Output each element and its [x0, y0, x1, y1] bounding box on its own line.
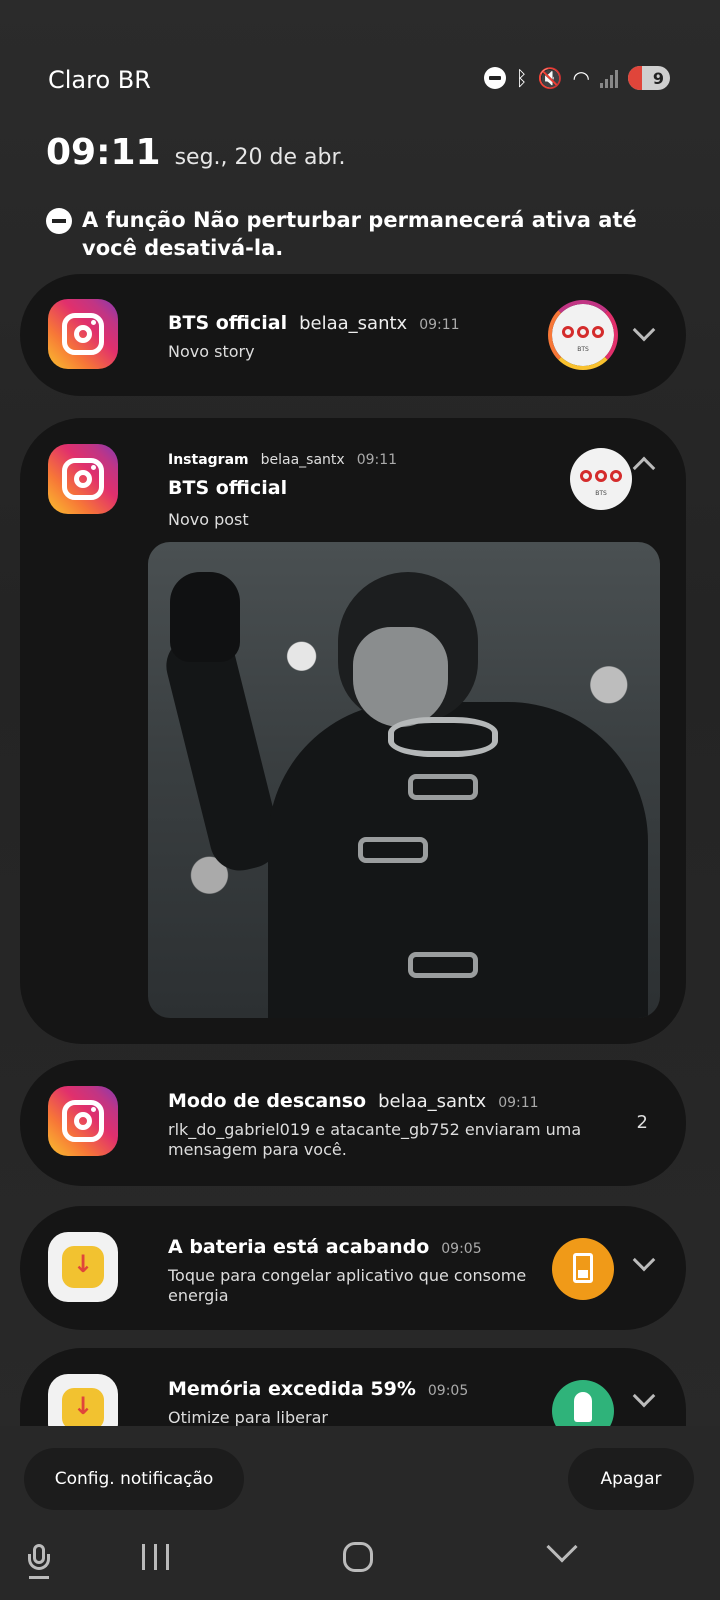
collapse-chevron-icon[interactable]: [632, 456, 656, 480]
image-figure-buckle: [408, 774, 478, 800]
notification-instagram-post[interactable]: Instagram belaa_santx 09:11 BTS official…: [20, 418, 686, 1044]
image-figure-hand: [170, 572, 240, 662]
dnd-minus-icon: [46, 208, 72, 234]
navigation-bar: [0, 1530, 720, 1600]
notification-time: 09:11: [356, 452, 398, 468]
notification-app-name: Instagram: [168, 452, 249, 468]
notification-title: A bateria está acabando: [168, 1236, 430, 1258]
notification-title: Memória excedida 59%: [168, 1378, 416, 1400]
expand-chevron-icon[interactable]: [632, 318, 656, 342]
notification-time: 09:05: [441, 1241, 482, 1257]
bts-logo-label: BTS: [595, 490, 607, 497]
notification-user: belaa_santx: [260, 452, 345, 468]
clear-button[interactable]: Apagar: [568, 1448, 694, 1510]
microphone-icon[interactable]: [26, 1544, 52, 1580]
dnd-notice-text: A função Não perturbar permanecerá ativa…: [82, 208, 637, 260]
notification-body: Novo post: [168, 510, 249, 529]
image-figure-chain: [388, 717, 498, 757]
notification-body: Otimize para liberar: [168, 1408, 328, 1427]
notification-instagram-story[interactable]: BTS official belaa_santx 09:11 Novo stor…: [20, 274, 686, 396]
battery-icon[interactable]: [552, 1238, 614, 1300]
notification-time: 09:11: [498, 1095, 539, 1111]
mute-icon: 🔇: [537, 66, 563, 90]
notification-user: belaa_santx: [299, 313, 408, 334]
status-bar: Claro BR ᛒ 🔇 ◠ 9: [0, 60, 720, 100]
carrier-label: Claro BR: [48, 66, 151, 94]
dnd-notice[interactable]: A função Não perturbar permanecerá ativa…: [46, 206, 666, 262]
notification-count: 2: [636, 1112, 648, 1133]
expand-chevron-icon[interactable]: [632, 1248, 656, 1272]
image-figure-face: [353, 627, 448, 727]
notification-settings-button[interactable]: Config. notificação: [24, 1448, 244, 1510]
notification-instagram-messages[interactable]: Modo de descanso belaa_santx 09:11 rlk_d…: [20, 1060, 686, 1186]
battery-level: 9: [652, 68, 664, 88]
hide-keyboard-chevron-icon[interactable]: [546, 1531, 578, 1563]
bluetooth-icon: ᛒ: [515, 66, 528, 90]
notification-title: BTS official: [168, 477, 288, 499]
signal-icon: [600, 68, 618, 88]
wifi-icon: ◠: [572, 66, 590, 90]
image-figure-buckle: [408, 952, 478, 978]
notification-time: 09:11: [419, 317, 460, 333]
date: seg., 20 de abr.: [174, 145, 346, 170]
instagram-icon: [48, 1086, 118, 1156]
recents-icon[interactable]: [142, 1544, 169, 1570]
notification-body: rlk_do_gabriel019 e atacante_gb752 envia…: [168, 1120, 582, 1159]
clock: 09:11: [46, 132, 161, 173]
notification-body: Toque para congelar aplicativo que conso…: [168, 1266, 527, 1305]
instagram-icon: [48, 444, 118, 514]
battery-icon: 9: [628, 66, 670, 90]
instagram-icon: [48, 299, 118, 369]
expand-chevron-icon[interactable]: [632, 1384, 656, 1408]
status-icons: ᛒ 🔇 ◠ 9: [483, 66, 670, 90]
notification-body: Novo story: [168, 342, 255, 361]
notification-title: BTS official: [168, 312, 288, 334]
image-figure-buckle: [358, 837, 428, 863]
bts-avatar[interactable]: BTS: [548, 300, 618, 370]
post-image[interactable]: [148, 542, 660, 1018]
notification-time: 09:05: [427, 1383, 469, 1399]
lockscreen-datetime: 09:11 seg., 20 de abr.: [46, 132, 345, 173]
notification-title: Modo de descanso: [168, 1090, 367, 1112]
bts-avatar[interactable]: BTS: [570, 448, 632, 510]
bts-logo-label: BTS: [577, 346, 589, 353]
home-icon[interactable]: [343, 1542, 373, 1572]
notification-user: belaa_santx: [378, 1091, 487, 1112]
device-care-app-icon: [48, 1232, 118, 1302]
notification-low-battery[interactable]: A bateria está acabando 09:05 Toque para…: [20, 1206, 686, 1330]
do-not-disturb-icon: [483, 67, 506, 89]
